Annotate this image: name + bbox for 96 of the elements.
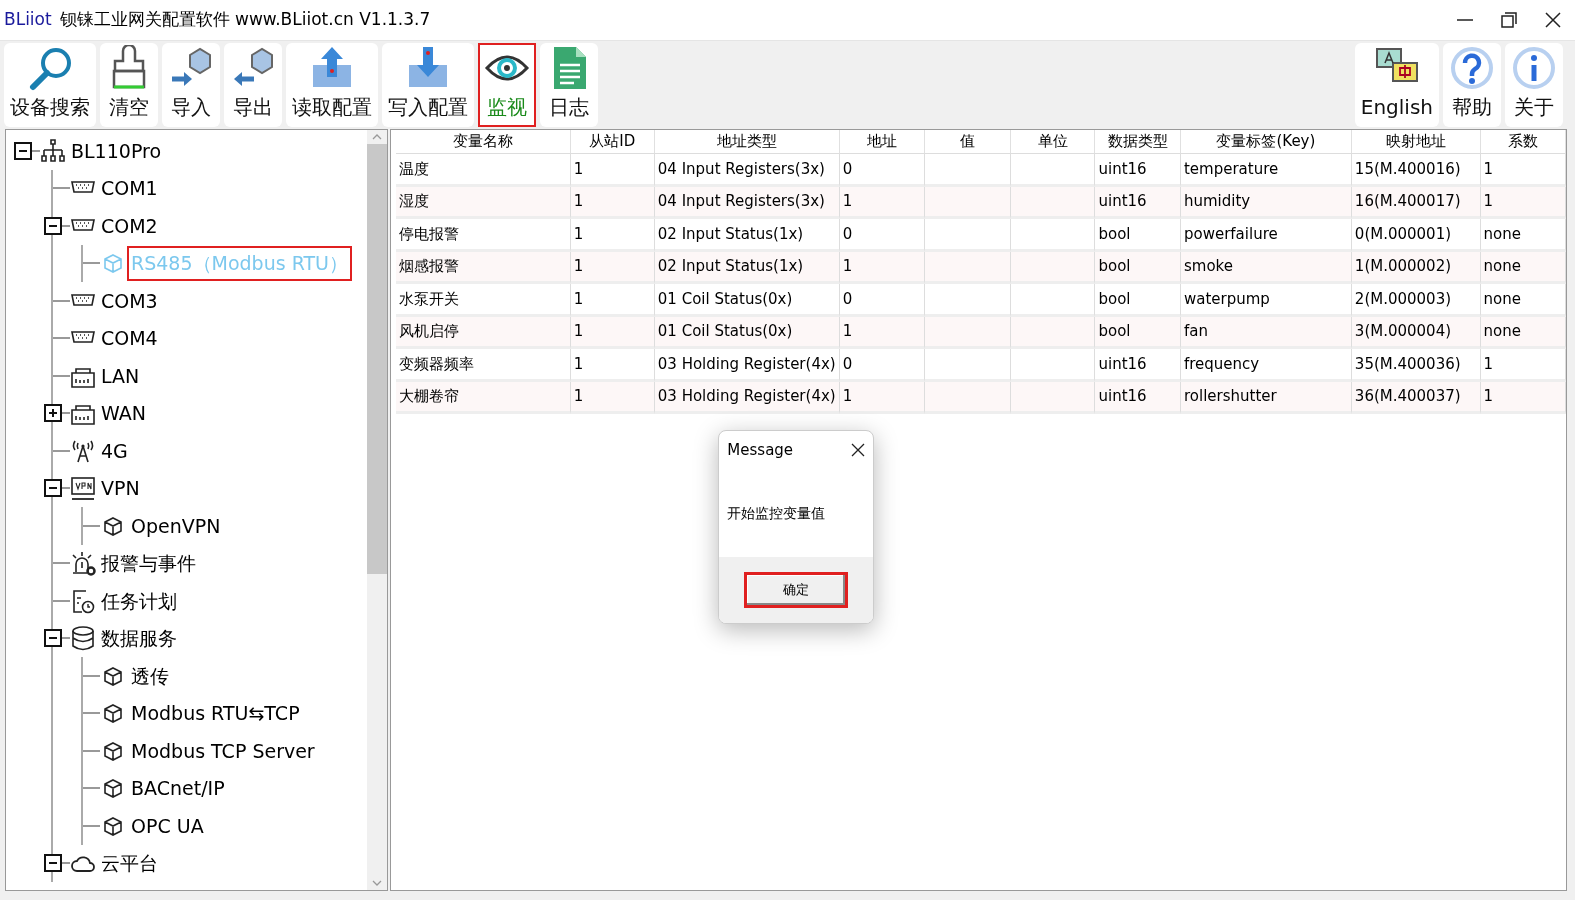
toolbar-button[interactable]: 关于 — [1505, 43, 1563, 127]
table-cell: 02 Input Status(1x) — [654, 251, 840, 284]
table-cell: 16(M.400017) — [1351, 186, 1481, 219]
table-cell: 03 Holding Register(4x) — [654, 381, 840, 414]
column-header[interactable]: 变量名称 — [396, 130, 571, 154]
tree-item[interactable]: Modbus TCP Server — [127, 733, 319, 768]
column-header[interactable]: 数据类型 — [1095, 130, 1181, 154]
table-cell: 1 — [839, 381, 925, 414]
toolbar-button[interactable]: 监视 — [478, 43, 536, 127]
vpn-icon — [70, 475, 96, 502]
table-cell: 1 — [570, 316, 655, 349]
collapse-toggle[interactable] — [44, 854, 62, 873]
column-header[interactable]: 地址 — [839, 130, 925, 154]
alarm-icon — [70, 550, 96, 577]
table-cell: fan — [1180, 316, 1352, 349]
dialog-title: Message — [727, 439, 794, 461]
table-cell: uint16 — [1095, 381, 1181, 414]
tree-item[interactable]: 透传 — [127, 658, 173, 693]
table-cell: humidity — [1180, 186, 1352, 219]
table-cell: 1 — [1480, 186, 1566, 219]
tree-item[interactable]: 4G — [97, 433, 132, 468]
column-header[interactable]: 映射地址 — [1351, 130, 1481, 154]
tree-item[interactable]: 报警与事件 — [97, 546, 200, 581]
column-header[interactable]: 变量标签(Key) — [1180, 130, 1352, 154]
tree-item[interactable]: BL110Pro — [67, 133, 166, 168]
table-cell: 风机启停 — [396, 316, 571, 349]
tree-item[interactable]: 任务计划 — [97, 583, 181, 618]
column-header[interactable]: 单位 — [1010, 130, 1096, 154]
table-cell: 1 — [839, 186, 925, 219]
tree-item[interactable]: COM4 — [97, 321, 162, 356]
scrollbar-thumb[interactable] — [367, 144, 388, 574]
table-cell: 1 — [570, 186, 655, 219]
toolbar-button[interactable]: 日志 — [540, 43, 598, 127]
info-icon — [1511, 45, 1557, 91]
tree-item[interactable]: LAN — [97, 358, 144, 393]
column-header[interactable]: 地址类型 — [654, 130, 840, 154]
toolbar-button[interactable]: 导出 — [224, 43, 282, 127]
tree-item[interactable]: COM3 — [97, 283, 162, 318]
table-cell: 大棚卷帘 — [396, 381, 571, 414]
close-icon[interactable] — [1543, 10, 1563, 30]
tree-item[interactable]: 数据服务 — [97, 621, 181, 656]
column-header[interactable]: 从站ID — [570, 130, 655, 154]
column-header[interactable]: 值 — [924, 130, 1011, 154]
table-cell: smoke — [1180, 251, 1352, 284]
network-icon — [40, 137, 66, 164]
expand-toggle[interactable] — [44, 404, 62, 423]
table-cell: 04 Input Registers(3x) — [654, 186, 840, 219]
collapse-toggle[interactable] — [44, 629, 62, 648]
toolbar-button[interactable]: 写入配置 — [382, 43, 474, 127]
magnifier-icon — [27, 45, 73, 91]
tree-item[interactable]: VPN — [97, 471, 144, 506]
toolbar-button[interactable]: 读取配置 — [286, 43, 378, 127]
table-cell: 烟感报警 — [396, 251, 571, 284]
table-cell: none — [1480, 316, 1566, 349]
table-cell: 湿度 — [396, 186, 571, 219]
table-cell: rollershutter — [1180, 381, 1352, 414]
tree-item[interactable]: Modbus RTU⇆TCP — [127, 696, 304, 731]
brand-name: BLiiot — [4, 8, 52, 32]
column-header[interactable]: 系数 — [1480, 130, 1566, 154]
toolbar-button[interactable]: 帮助 — [1443, 43, 1501, 127]
table-cell: 01 Coil Status(0x) — [654, 316, 840, 349]
table-cell: 1 — [570, 251, 655, 284]
dialog-message: 开始监控变量值 — [727, 503, 826, 523]
tree-item[interactable]: WAN — [97, 396, 150, 431]
toolbar-button[interactable]: English — [1354, 43, 1439, 127]
collapse-toggle[interactable] — [14, 141, 32, 160]
tree-item[interactable]: BACnet/IP — [127, 771, 229, 806]
table-cell: none — [1480, 251, 1566, 284]
table-cell: 1 — [839, 251, 925, 284]
table-cell: bool — [1095, 316, 1181, 349]
scrollbar[interactable] — [367, 130, 388, 890]
restore-icon[interactable] — [1499, 10, 1519, 30]
table-cell: uint16 — [1095, 186, 1181, 219]
tree-item[interactable]: OpenVPN — [127, 508, 225, 543]
close-icon[interactable] — [851, 443, 866, 457]
collapse-toggle[interactable] — [44, 216, 62, 235]
table-cell: 36(M.400037) — [1351, 381, 1481, 414]
toolbar-button[interactable]: 清空 — [100, 43, 158, 127]
table-cell: bool — [1095, 251, 1181, 284]
question-icon — [1449, 45, 1495, 91]
table-cell: 1(M.000002) — [1351, 251, 1481, 284]
table-cell: 1 — [570, 381, 655, 414]
tree-item[interactable]: 云平台 — [97, 846, 162, 881]
tree-item[interactable]: OPC UA — [127, 808, 208, 843]
table-cell: 1 — [839, 316, 925, 349]
collapse-toggle[interactable] — [44, 479, 62, 498]
tree-item[interactable]: COM1 — [97, 171, 162, 206]
toolbar-button[interactable]: 设备搜索 — [4, 43, 96, 127]
table-cell: 3(M.000004) — [1351, 316, 1481, 349]
tree-item[interactable]: COM2 — [97, 208, 162, 243]
ok-button[interactable]: 确定 — [744, 572, 849, 608]
window-title: 钡铼工业网关配置软件 www.BLiiot.cn V1.1.3.7 — [59, 8, 432, 32]
toolbar-button[interactable]: 导入 — [162, 43, 220, 127]
schedule-icon — [70, 587, 96, 614]
table-cell: 1 — [1480, 381, 1566, 414]
database-icon — [70, 625, 96, 652]
